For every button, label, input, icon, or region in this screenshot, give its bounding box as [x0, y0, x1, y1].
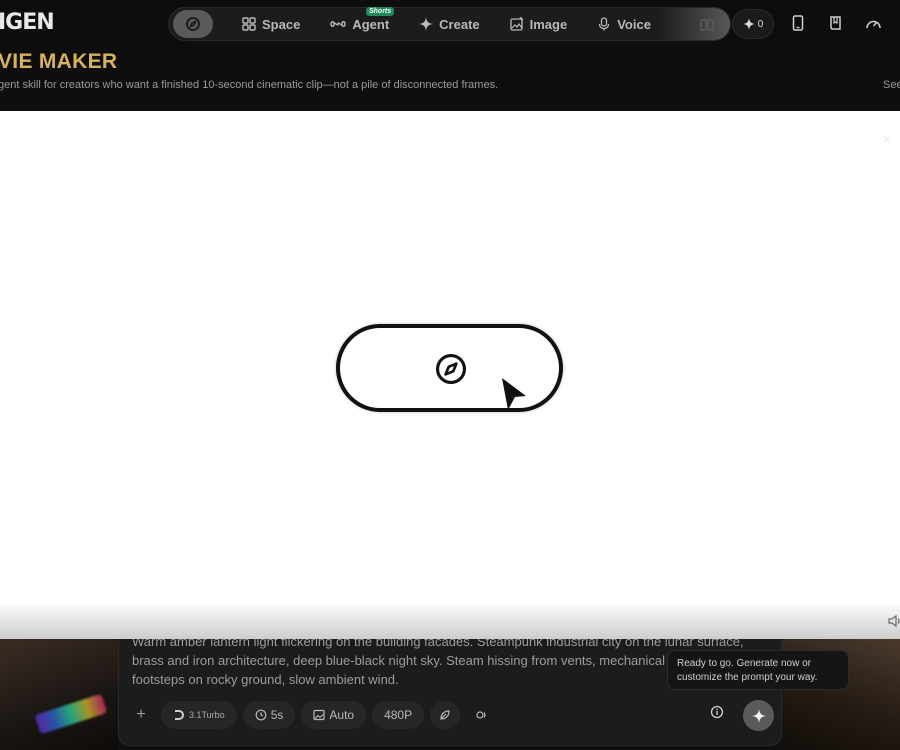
- clock-icon: [255, 709, 267, 721]
- keyboard-glow: [34, 693, 108, 735]
- nav-item-image[interactable]: Image: [495, 7, 583, 41]
- main-nav: Space Agent Shorts Create Image Voice: [168, 7, 731, 41]
- page-description: gent skill for creators who want a finis…: [0, 79, 499, 91]
- shorts-badge: Shorts: [365, 7, 395, 16]
- credits-count: 0: [757, 18, 764, 30]
- duration-selector[interactable]: 5s: [242, 701, 296, 729]
- page-header: VIE MAKER gent skill for creators who wa…: [0, 46, 900, 111]
- audio-toggle[interactable]: [466, 701, 496, 729]
- resolution-label: 480P: [384, 708, 413, 722]
- nav-label-create: Create: [439, 16, 480, 32]
- nav-item-space[interactable]: Space: [227, 7, 315, 41]
- modal-bottom-fade: [0, 601, 900, 639]
- dashboard-button[interactable]: [864, 14, 882, 32]
- aspect-selector[interactable]: Auto: [301, 701, 367, 729]
- app-page: IGEN Space Agent Shorts Create Image Voi…: [0, 0, 900, 750]
- nav-scroll-fade: [660, 8, 730, 40]
- example-thumbnail-left[interactable]: [0, 639, 118, 750]
- modal-close-button[interactable]: ×: [883, 131, 891, 147]
- resolution-selector[interactable]: 480P: [372, 701, 425, 729]
- logo: IGEN: [0, 10, 55, 35]
- generate-button[interactable]: [743, 700, 774, 731]
- sound-wave-icon: [476, 711, 486, 719]
- see-more-link[interactable]: See: [883, 79, 900, 91]
- top-bar: IGEN Space Agent Shorts Create Image Voi…: [0, 0, 900, 46]
- plus-icon: +: [136, 706, 146, 723]
- cursor-icon: [502, 378, 526, 410]
- image-edit-icon: [509, 17, 524, 31]
- book-icon: [830, 16, 841, 30]
- mobile-app-button[interactable]: [789, 14, 807, 32]
- leaf-icon: [440, 710, 450, 720]
- compass-icon: [435, 353, 467, 385]
- nav-label-space: Space: [262, 16, 301, 32]
- sparkle-icon: [742, 18, 755, 30]
- model-label: 3.1Turbo: [189, 710, 225, 720]
- mic-icon: [599, 17, 610, 31]
- sparkle-icon: [751, 708, 766, 723]
- nav-item-voice[interactable]: Voice: [582, 7, 666, 41]
- library-button[interactable]: [827, 14, 845, 32]
- gauge-icon: [865, 20, 881, 29]
- nav-label-voice: Voice: [617, 16, 651, 32]
- explore-button-demo: [336, 324, 563, 412]
- model-selector[interactable]: 3.1Turbo: [161, 701, 237, 729]
- style-toggle[interactable]: [430, 701, 461, 729]
- grid-icon: [242, 17, 256, 31]
- nav-item-agent[interactable]: Agent Shorts: [315, 7, 404, 41]
- info-button[interactable]: [710, 705, 724, 724]
- generate-tooltip: Ready to go. Generate now or customize t…: [667, 650, 849, 690]
- info-icon: [710, 705, 724, 719]
- credits-button[interactable]: 0: [732, 9, 774, 39]
- image-icon: [313, 709, 325, 721]
- compass-icon: [186, 17, 200, 31]
- onboarding-modal: ×: [0, 111, 900, 639]
- page-title: VIE MAKER: [0, 50, 118, 73]
- sparkle-icon: [419, 17, 434, 31]
- duration-label: 5s: [270, 708, 284, 722]
- explore-button[interactable]: [173, 10, 213, 38]
- infinity-icon: [330, 21, 347, 27]
- prompt-toolbar: + 3.1Turbo 5s Auto 480P: [127, 700, 496, 730]
- add-button[interactable]: +: [127, 701, 155, 729]
- model-icon: [175, 710, 184, 720]
- nav-label-image: Image: [529, 16, 568, 32]
- aspect-label: Auto: [329, 708, 355, 722]
- nav-label-agent: Agent: [352, 16, 390, 32]
- phone-icon: [792, 15, 804, 31]
- speaker-icon[interactable]: [888, 614, 900, 628]
- panel-toggle-icon[interactable]: [700, 18, 714, 32]
- nav-item-create[interactable]: Create: [404, 7, 494, 41]
